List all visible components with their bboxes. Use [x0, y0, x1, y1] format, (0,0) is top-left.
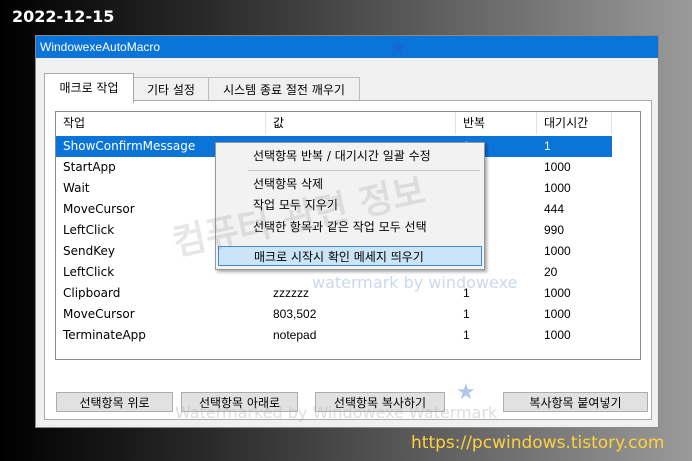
- move-up-button[interactable]: 선택항목 위로: [56, 392, 173, 412]
- cell-job: SendKey: [63, 244, 115, 258]
- cell-job: LeftClick: [63, 265, 115, 279]
- window-title: WindowexeAutoMacro: [36, 36, 658, 58]
- cell-value: 803,502: [273, 307, 317, 321]
- cell-wait: 990: [544, 223, 565, 237]
- cell-wait: 1000: [544, 286, 571, 300]
- cell-wait: 1000: [544, 244, 571, 258]
- cell-job: LeftClick: [63, 223, 115, 237]
- date-label: 2022-12-15: [12, 7, 115, 26]
- cell-job: Clipboard: [63, 286, 121, 300]
- star-icon: ★: [388, 36, 408, 61]
- cell-job: Wait: [63, 181, 90, 195]
- cell-wait: 444: [544, 202, 565, 216]
- tab-other-settings[interactable]: 기타 설정: [133, 77, 209, 102]
- tab-system-shutdown[interactable]: 시스템 종료 절전 깨우기: [208, 77, 360, 102]
- cell-wait: 1000: [544, 328, 571, 342]
- column-header-repeat[interactable]: 반복: [456, 112, 537, 134]
- cell-job: MoveCursor: [63, 202, 135, 216]
- watermark-bottom: Watermarked by Windowexe Watermark: [175, 403, 498, 422]
- cell-wait: 1000: [544, 181, 571, 195]
- cell-job: MoveCursor: [63, 307, 135, 321]
- cell-repeat: 1: [463, 307, 470, 321]
- star-icon: ★: [456, 380, 476, 405]
- column-header-job[interactable]: 작업: [56, 112, 266, 134]
- watermark-blue: watermark by windowexe: [312, 273, 518, 292]
- column-header-wait[interactable]: 대기시간: [537, 112, 612, 134]
- cell-wait: 20: [544, 265, 558, 279]
- cell-value: zzzzzz: [273, 286, 309, 300]
- table-row[interactable]: MoveCursor 803,502 1 1000: [56, 304, 612, 325]
- column-header-value[interactable]: 값: [266, 112, 456, 134]
- cell-value: notepad: [273, 328, 317, 342]
- cell-job: ShowConfirmMessage: [63, 139, 196, 153]
- cell-wait: 1000: [544, 307, 571, 321]
- cell-job: TerminateApp: [63, 328, 146, 342]
- menu-separator: [248, 170, 480, 171]
- cell-repeat: 1: [463, 328, 470, 342]
- menu-item-bulk-edit[interactable]: 선택항목 반복 / 대기시간 일괄 수정: [218, 146, 482, 166]
- cell-job: StartApp: [63, 160, 116, 174]
- cell-wait: 1000: [544, 160, 571, 174]
- list-header: 작업 값 반복 대기시간: [56, 112, 640, 134]
- cell-wait: 1: [544, 139, 551, 153]
- blog-url: https://pcwindows.tistory.com: [411, 433, 665, 453]
- paste-copied-button[interactable]: 복사항목 붙여넣기: [503, 392, 648, 412]
- tab-macro-jobs[interactable]: 매크로 작업: [44, 73, 134, 103]
- table-row[interactable]: TerminateApp notepad 1 1000: [56, 325, 612, 346]
